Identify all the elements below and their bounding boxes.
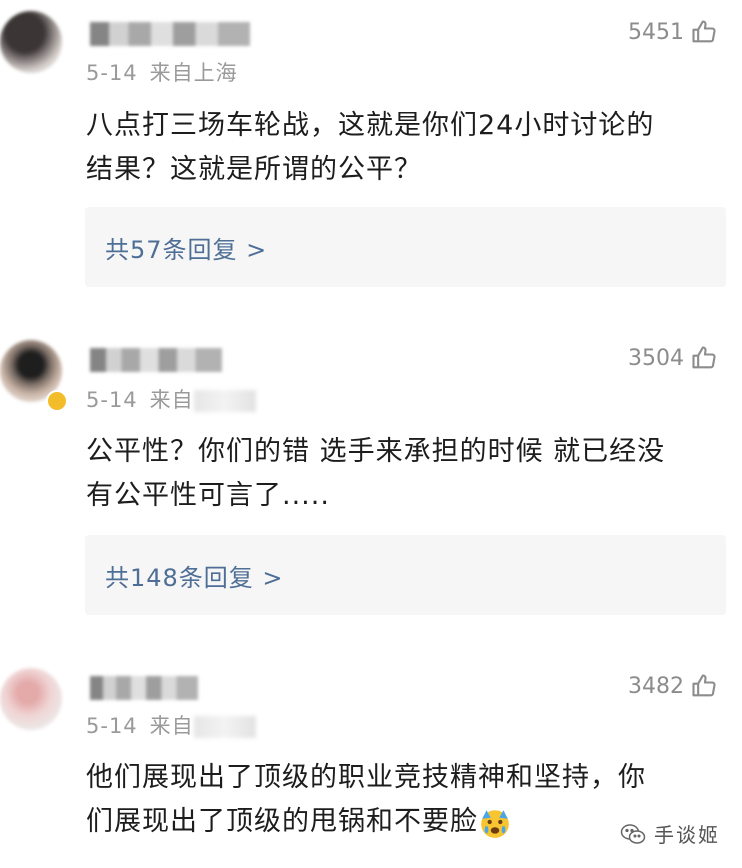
comment-date: 5-14	[86, 61, 138, 85]
replies-link[interactable]: 共148条回复 >	[85, 535, 726, 615]
comment-location: 来自上海	[149, 61, 238, 85]
comment-date: 5-14	[86, 388, 138, 412]
replies-link[interactable]: 共57条回复 >	[85, 207, 726, 287]
like-count: 3504	[628, 345, 684, 371]
thumbs-up-icon	[692, 674, 716, 697]
wechat-icon	[620, 823, 646, 844]
replies-count-label: 共148条回复 >	[105, 563, 284, 592]
comment-text: 八点打三场车轮战，这就是你们24小时讨论的 结果？这就是所谓的公平？	[86, 110, 655, 185]
comment-meta: 5-14 来自	[86, 384, 256, 414]
verified-badge-icon	[46, 390, 68, 412]
like-count: 5451	[628, 19, 684, 45]
comment-text: 公平性？你们的错 选手来承担的时候 就已经没 有公平性可言了.....	[86, 436, 666, 511]
location-blurred	[193, 390, 256, 412]
like-button[interactable]: 5451	[628, 18, 718, 46]
thumbs-up-icon	[692, 20, 716, 43]
username-blurred[interactable]	[90, 676, 198, 700]
thumbs-up-icon	[692, 346, 716, 369]
username-blurred[interactable]	[90, 348, 222, 372]
watermark: 手谈姬	[620, 819, 720, 848]
avatar[interactable]	[0, 11, 62, 73]
location-blurred	[193, 716, 256, 738]
like-button[interactable]: 3482	[628, 672, 718, 700]
avatar[interactable]	[0, 668, 62, 730]
comment-location: 来自	[149, 714, 194, 738]
replies-count-label: 共57条回复 >	[105, 235, 268, 264]
crying-face-emoji	[481, 809, 509, 838]
like-count: 3482	[628, 673, 684, 699]
username-blurred[interactable]	[90, 22, 250, 46]
like-button[interactable]: 3504	[628, 344, 718, 372]
comment-meta: 5-14 来自上海	[86, 57, 238, 87]
comment-location: 来自	[149, 388, 194, 412]
watermark-text: 手谈姬	[654, 823, 720, 847]
comment-date: 5-14	[86, 714, 138, 738]
comment-meta: 5-14 来自	[86, 710, 256, 740]
